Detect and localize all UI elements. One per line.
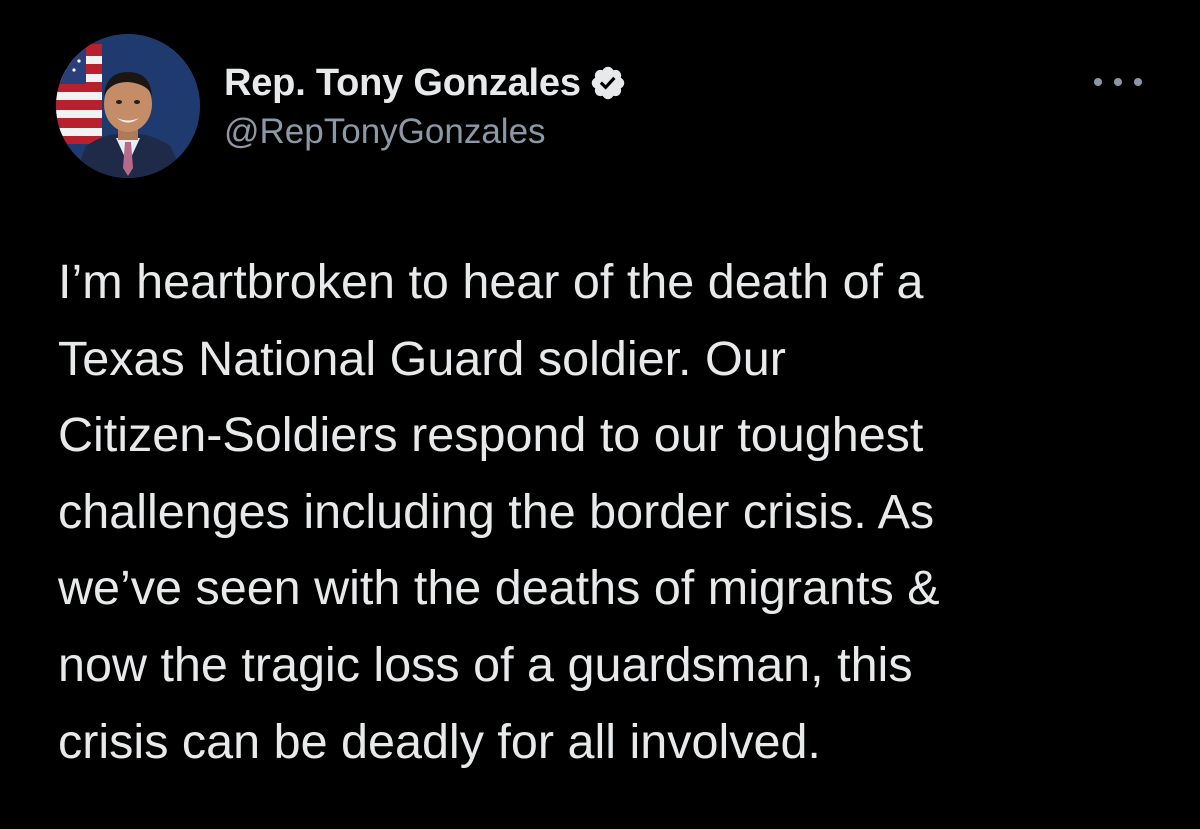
handle[interactable]: @RepTonyGonzales (224, 112, 627, 152)
tweet-text-line: Citizen-Soldiers respond to our toughest (58, 408, 924, 463)
author-block: Rep. Tony Gonzales @RepTonyGonzales (224, 58, 627, 158)
tweet-text-line: we’ve seen with the deaths of migrants & (58, 561, 940, 616)
tweet-text-line: I’m heartbroken to hear of the death of … (58, 255, 924, 309)
profile-photo-image (56, 34, 200, 178)
tweet-text-line: crisis can be deadly for all involved. (58, 714, 821, 769)
display-name[interactable]: Rep. Tony Gonzales (224, 62, 581, 105)
verified-badge-icon (589, 64, 627, 102)
more-dot (1094, 78, 1102, 86)
avatar[interactable] (56, 34, 200, 178)
tweet-text: I’m heartbroken to hear of the death of … (58, 244, 1158, 780)
tweet-text-line: Texas National Guard soldier. Our (58, 331, 786, 386)
tweet-text-line: now the tragic loss of a guardsman, this (58, 637, 913, 692)
tweet-card: Rep. Tony Gonzales @RepTonyGonzales I’m … (0, 0, 1200, 829)
more-options-icon[interactable] (1094, 66, 1142, 98)
author-name-row: Rep. Tony Gonzales (224, 58, 627, 108)
more-dot (1114, 78, 1122, 86)
more-dot (1134, 78, 1142, 86)
tweet-text-line: challenges including the border crisis. … (58, 484, 935, 539)
